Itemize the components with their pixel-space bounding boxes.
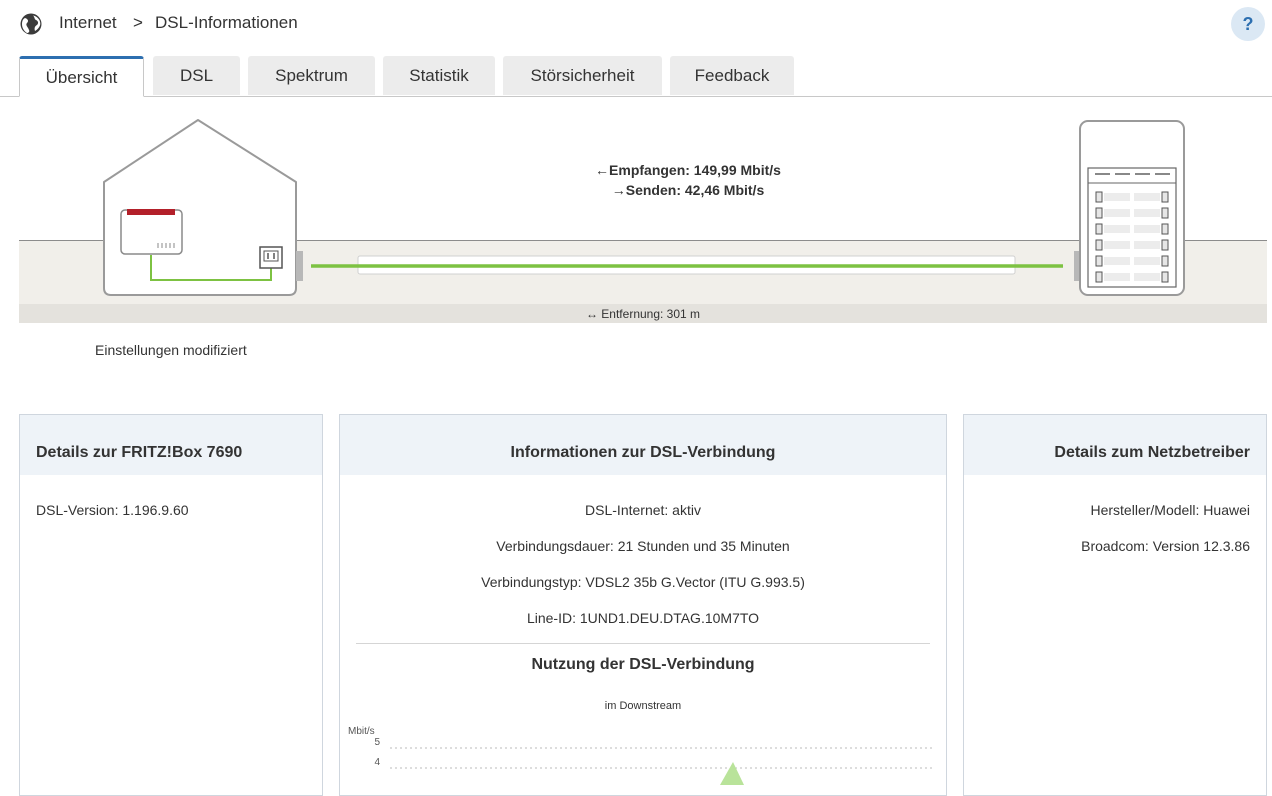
panel-title: Informationen zur DSL-Verbindung	[340, 415, 946, 475]
send-arrow-icon: →	[611, 182, 626, 198]
breadcrumb-internet[interactable]: Internet	[59, 13, 117, 33]
panel-provider-details: Details zum Netzbetreiber Hersteller/Mod…	[963, 414, 1267, 796]
settings-note: Einstellungen modifiziert	[95, 342, 247, 358]
header: Internet > DSL-Informationen ?	[0, 0, 1272, 50]
y-axis-label: Mbit/s	[348, 726, 375, 737]
router-icon	[120, 209, 183, 255]
y-tick-4: 4	[374, 757, 380, 768]
distance-bar: ↔ Entfernung: 301 m	[19, 304, 1267, 323]
usage-subtitle: im Downstream	[604, 700, 682, 712]
panel-dsl-info: Informationen zur DSL-Verbindung DSL-Int…	[339, 414, 947, 796]
receive-arrow-icon: ←	[595, 162, 610, 178]
tab-uebersicht[interactable]: Übersicht	[19, 56, 144, 97]
divider	[356, 643, 930, 644]
dsl-internet-status: DSL-Internet: aktiv	[585, 502, 701, 518]
page-title: DSL-Informationen	[155, 13, 298, 32]
y-tick-5: 5	[374, 737, 380, 748]
exchange-cabinet-icon	[1079, 120, 1185, 296]
usage-chart: Mbit/s 5 4	[348, 726, 932, 785]
connection-duration: Verbindungsdauer: 21 Stunden und 35 Minu…	[496, 538, 790, 554]
send-rate: Senden: 42,46 Mbit/s	[625, 182, 765, 198]
breadcrumb-separator: >	[133, 13, 143, 32]
tab-stoersicherheit[interactable]: Störsicherheit	[503, 56, 662, 95]
help-button[interactable]: ?	[1231, 7, 1265, 41]
connection-diagram	[19, 119, 1267, 304]
tab-statistik[interactable]: Statistik	[383, 56, 495, 95]
broadcom-version: Broadcom: Version 12.3.86	[1081, 538, 1250, 554]
distance-value: Entfernung: 301 m	[601, 307, 701, 321]
tab-dsl[interactable]: DSL	[153, 56, 240, 95]
globe-icon	[20, 13, 42, 35]
receive-rate: Empfangen: 149,99 Mbit/s	[609, 162, 781, 178]
distance-arrow-icon: ↔	[585, 307, 598, 321]
wall-socket-icon	[259, 246, 283, 269]
panel-title: Details zum Netzbetreiber	[964, 415, 1266, 475]
router-accent	[127, 209, 175, 215]
tab-feedback[interactable]: Feedback	[670, 56, 794, 95]
connection-type: Verbindungstyp: VDSL2 35b G.Vector (ITU …	[481, 574, 805, 590]
speed-info: ←Empfangen: 149,99 Mbit/s →Senden: 42,46…	[0, 160, 1272, 200]
dsl-version: DSL-Version: 1.196.9.60	[36, 502, 189, 518]
panel-title: Details zur FRITZ!Box 7690	[20, 415, 322, 475]
panel-fritzbox-details: Details zur FRITZ!Box 7690 DSL-Version: …	[19, 414, 323, 796]
line-id: Line-ID: 1UND1.DEU.DTAG.10M7TO	[526, 610, 760, 626]
usage-area	[720, 762, 744, 785]
usage-title: Nutzung der DSL-Verbindung	[531, 656, 755, 673]
tab-bar: Übersicht DSL Spektrum Statistik Störsic…	[0, 56, 1272, 97]
manufacturer-model: Hersteller/Modell: Huawei	[1090, 502, 1250, 518]
tab-spektrum[interactable]: Spektrum	[248, 56, 375, 95]
